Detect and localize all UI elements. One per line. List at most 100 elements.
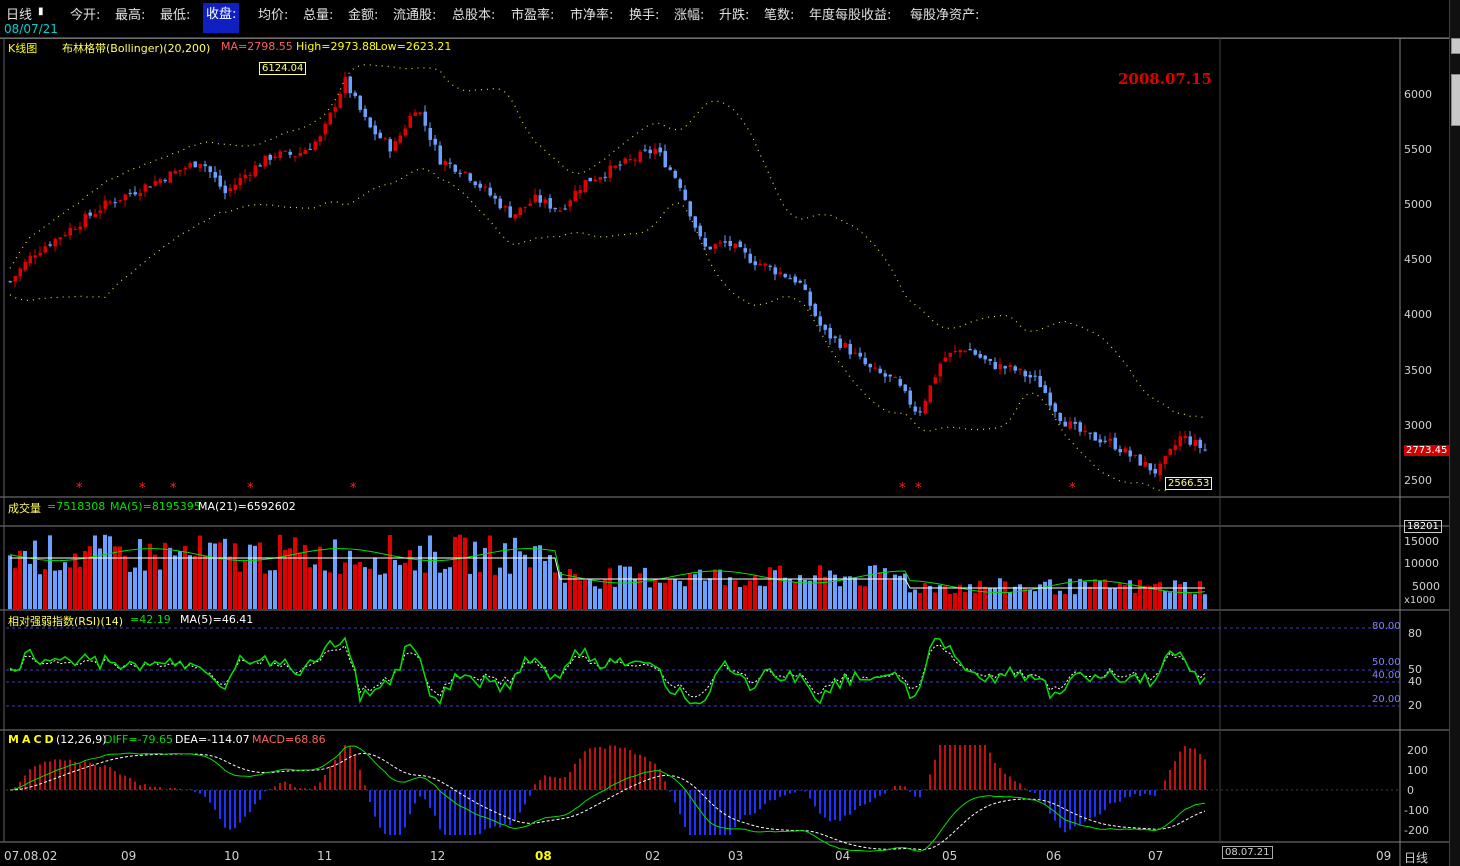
volume-bar <box>373 557 377 609</box>
volume-bar <box>1168 592 1172 609</box>
candle-body <box>623 158 627 164</box>
candle-body <box>898 379 902 386</box>
volume-bar <box>53 570 57 609</box>
candle-body <box>943 357 947 362</box>
candle-body <box>883 373 887 377</box>
volume-bar <box>988 587 992 609</box>
x-label: 09 <box>121 849 137 863</box>
candle-body <box>363 108 367 118</box>
volume-bar <box>723 585 727 609</box>
volume-bar <box>18 550 22 609</box>
candle-body <box>888 374 892 377</box>
macd-dea: DEA=-114.07 <box>175 733 250 746</box>
volume-bar <box>228 556 232 609</box>
scroll-up-button[interactable] <box>1451 38 1460 54</box>
signal-star: * <box>899 481 906 496</box>
volume-bar <box>1108 588 1112 609</box>
volume-bar <box>653 580 657 609</box>
vertical-scrollbar[interactable] <box>1449 0 1460 866</box>
volume-bar <box>1053 594 1057 609</box>
volume-bar <box>413 570 417 609</box>
volume-bar <box>948 594 952 609</box>
candle-body <box>443 161 447 166</box>
price-tick: 4000 <box>1404 308 1432 321</box>
signal-star: * <box>915 481 922 496</box>
candle-body <box>1203 449 1207 451</box>
candle-body <box>133 192 137 195</box>
candle-body <box>28 255 32 264</box>
bollinger-label: 布林格带(Bollinger)(20,200) <box>62 42 211 55</box>
volume-bar <box>603 578 607 609</box>
volume-bar <box>623 566 627 609</box>
candle-body <box>378 132 382 139</box>
volume-bar <box>483 547 487 609</box>
candle-body <box>858 352 862 357</box>
volume-bar <box>773 570 777 609</box>
price-tick: 2500 <box>1404 474 1432 487</box>
volume-bar <box>403 562 407 609</box>
candle-body <box>1168 448 1172 455</box>
signal-star: * <box>139 481 146 496</box>
volume-bar <box>128 571 132 609</box>
volume-bar <box>513 537 517 609</box>
candle-body <box>633 159 637 161</box>
volume-bar <box>838 586 842 609</box>
volume-bar <box>318 546 322 609</box>
candle-body <box>853 352 857 354</box>
x-label: 07 <box>1148 849 1164 863</box>
candle-body <box>1068 421 1072 429</box>
volume-bar <box>233 543 237 609</box>
candle-body <box>183 168 187 170</box>
volume-bar <box>913 589 917 609</box>
candle-body <box>688 201 692 217</box>
candle-body <box>588 177 592 182</box>
volume-bar <box>778 565 782 609</box>
macd-params: (12,26,9) <box>56 733 107 746</box>
candle-body <box>478 183 482 188</box>
volume-bar <box>1203 594 1207 609</box>
volume-bar <box>243 560 247 609</box>
candle-body <box>1128 450 1132 457</box>
candle-body <box>78 226 82 230</box>
volume-bar <box>978 580 982 609</box>
volume-bar <box>598 588 602 609</box>
candle-body <box>608 165 612 178</box>
candle-body <box>528 203 532 206</box>
volume-bar <box>923 583 927 609</box>
candle-body <box>448 162 452 164</box>
volume-bar <box>303 544 307 609</box>
candle-body <box>118 199 122 201</box>
volume-bar <box>888 579 892 609</box>
volume-bar <box>668 579 672 609</box>
volume-bar <box>578 580 582 609</box>
volume-bar <box>148 543 152 609</box>
volume-bar <box>338 574 342 609</box>
candle-body <box>1193 439 1197 447</box>
scroll-thumb[interactable] <box>1451 74 1460 126</box>
volume-bar <box>503 543 507 609</box>
volume-bar <box>288 548 292 609</box>
candle-body <box>138 193 142 196</box>
volume-bar <box>1003 581 1007 609</box>
candle-body <box>1123 448 1127 453</box>
candle-body <box>978 354 982 358</box>
volume-bar <box>478 571 482 609</box>
volume-bar <box>1098 581 1102 609</box>
candle-body <box>438 145 442 165</box>
volume-bar <box>263 573 267 609</box>
candle-body <box>208 166 212 173</box>
candle-body <box>18 268 22 277</box>
period-switch[interactable]: 日线 <box>1404 849 1428 866</box>
bollinger-bands <box>9 64 1206 492</box>
volume-bar <box>1008 592 1012 609</box>
volume-bar <box>278 534 282 609</box>
candle-body <box>98 210 102 213</box>
candle-body <box>408 115 412 128</box>
price-tick: 6000 <box>1404 88 1432 101</box>
volume-top-label: 18201 <box>1404 520 1442 533</box>
x-label: 07.08.02 <box>4 849 58 863</box>
candle-body <box>1198 439 1202 448</box>
candle-body <box>243 174 247 179</box>
candle-body <box>643 149 647 151</box>
candle-body <box>1148 463 1152 471</box>
